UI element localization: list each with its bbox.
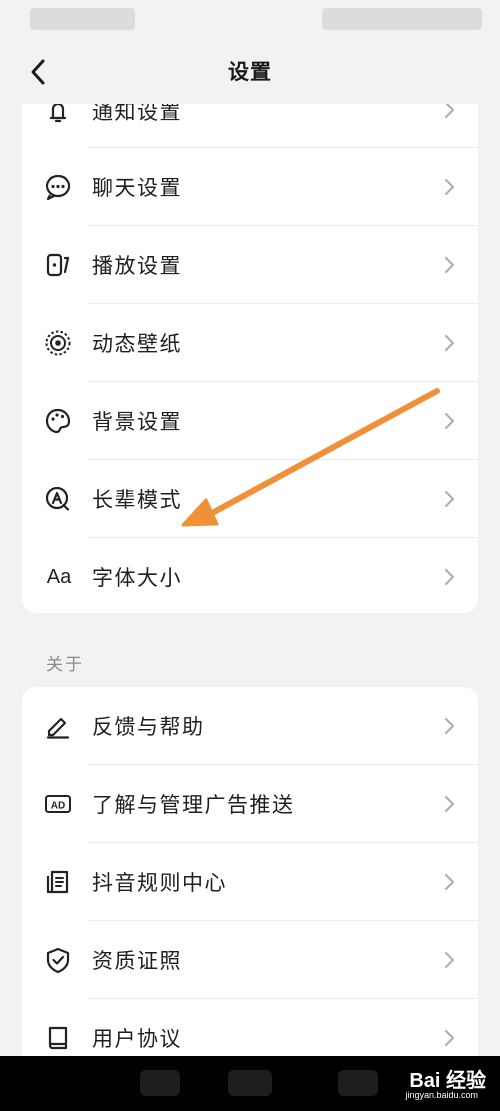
about-item-licenses[interactable]: 资质证照	[22, 921, 478, 999]
about-item-label: 反馈与帮助	[92, 715, 205, 739]
chevron-right-icon	[444, 412, 455, 430]
watermark: Bai 经验	[409, 1070, 486, 1092]
chevron-right-icon	[444, 490, 455, 508]
about-item-rules-center[interactable]: 抖音规则中心	[22, 843, 478, 921]
watermark-url: jingyan.baidu.com	[405, 1090, 478, 1100]
nav-blur	[228, 1070, 272, 1096]
settings-card: 通知设置 聊天设置 播放设置 动态壁纸 背景设置 长辈模式 Aa 字体大小	[22, 70, 478, 613]
settings-item-elder-mode[interactable]: 长辈模式	[22, 460, 478, 538]
status-bar	[0, 0, 500, 42]
about-item-label: 了解与管理广告推送	[92, 793, 295, 817]
about-item-ad-management[interactable]: AD 了解与管理广告推送	[22, 765, 478, 843]
shield-check-icon	[44, 946, 72, 974]
font-size-icon: Aa	[42, 563, 76, 591]
about-card: 反馈与帮助 AD 了解与管理广告推送 抖音规则中心 资质证照 用户协议	[22, 687, 478, 1107]
chevron-right-icon	[444, 951, 455, 969]
settings-item-background[interactable]: 背景设置	[22, 382, 478, 460]
chevron-right-icon	[444, 1029, 455, 1047]
header: 设置	[0, 42, 500, 104]
settings-item-live-wallpaper[interactable]: 动态壁纸	[22, 304, 478, 382]
status-icons-blur	[322, 8, 482, 30]
font-size-glyph: Aa	[46, 565, 72, 588]
settings-item-label: 背景设置	[92, 410, 182, 434]
nav-blur	[338, 1070, 378, 1096]
about-item-label: 抖音规则中心	[92, 871, 227, 895]
about-item-label: 资质证照	[92, 949, 182, 973]
bottom-bar: Bai 经验 jingyan.baidu.com	[0, 1056, 500, 1111]
section-label-about: 关于	[46, 655, 84, 675]
about-item-feedback[interactable]: 反馈与帮助	[22, 687, 478, 765]
pencil-icon	[44, 712, 72, 740]
nav-blur	[140, 1070, 180, 1096]
settings-item-chat[interactable]: 聊天设置	[22, 148, 478, 226]
elder-mode-icon	[44, 485, 72, 513]
ad-glyph: AD	[51, 801, 65, 812]
settings-item-label: 字体大小	[92, 566, 182, 590]
page-title: 设置	[228, 60, 272, 84]
live-wallpaper-icon	[44, 329, 72, 357]
settings-item-label: 聊天设置	[92, 176, 182, 200]
chevron-right-icon	[444, 717, 455, 735]
settings-item-label: 动态壁纸	[92, 332, 182, 356]
book-icon	[44, 1024, 72, 1052]
settings-item-label: 播放设置	[92, 254, 182, 278]
document-list-icon	[44, 868, 72, 896]
chevron-right-icon	[444, 256, 455, 274]
settings-item-font-size[interactable]: Aa 字体大小	[22, 538, 478, 613]
chevron-right-icon	[444, 178, 455, 196]
settings-item-playback[interactable]: 播放设置	[22, 226, 478, 304]
status-time-blur	[30, 8, 135, 30]
ad-icon: AD	[44, 790, 72, 818]
chevron-right-icon	[444, 795, 455, 813]
chat-bubble-icon	[44, 173, 72, 201]
chevron-right-icon	[444, 873, 455, 891]
chevron-right-icon	[444, 334, 455, 352]
about-item-label: 用户协议	[92, 1027, 182, 1051]
play-settings-icon	[44, 251, 72, 279]
settings-item-label: 长辈模式	[92, 488, 182, 512]
chevron-right-icon	[444, 568, 455, 586]
palette-icon	[44, 407, 72, 435]
